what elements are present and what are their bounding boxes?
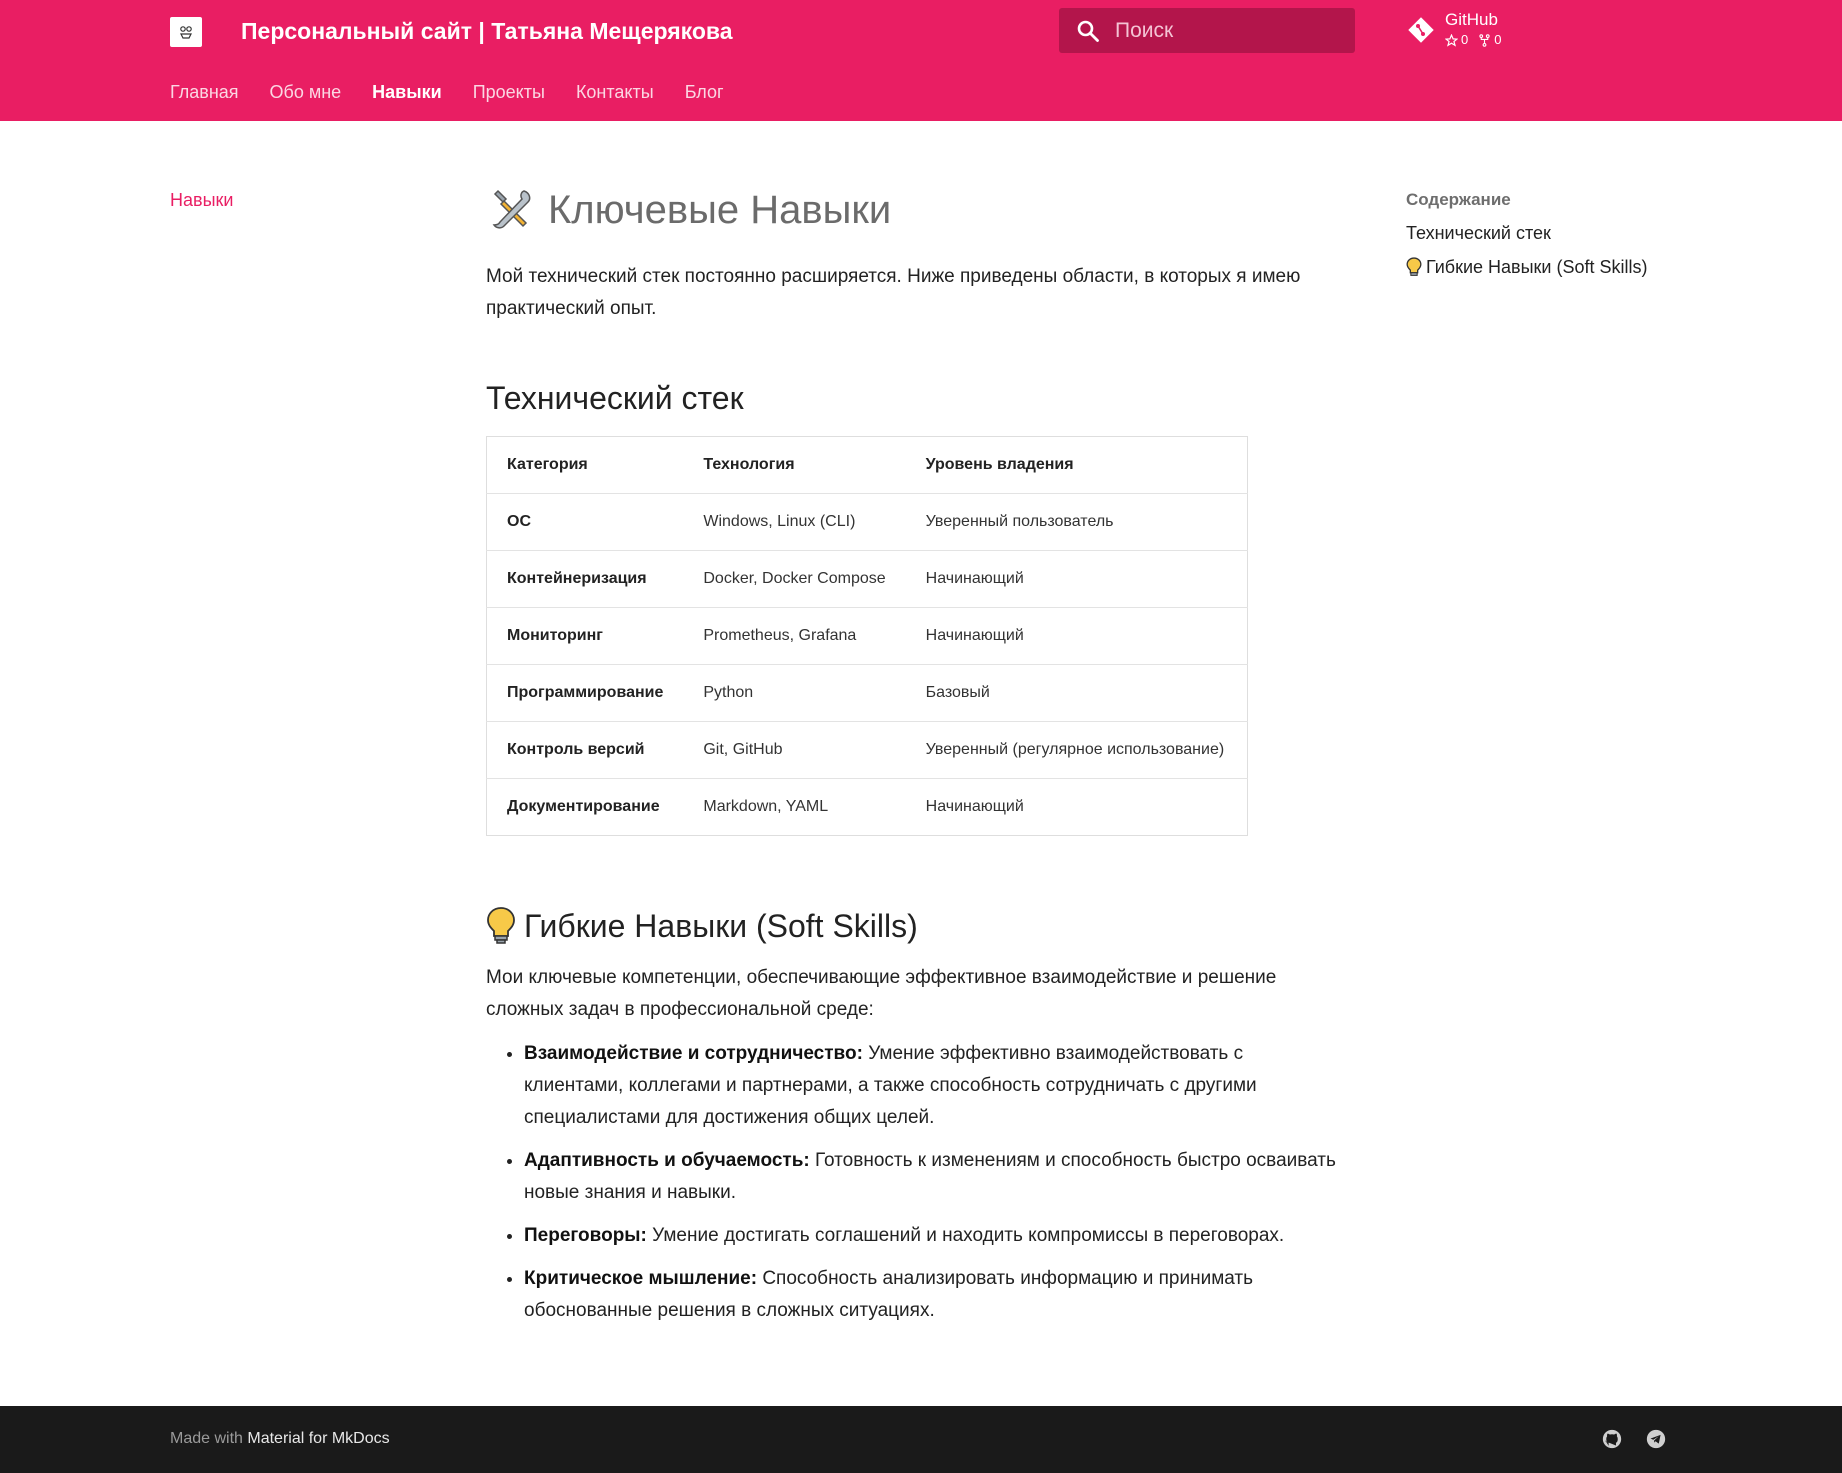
skill-title: Взаимодействие и сотрудничество: <box>524 1043 863 1064</box>
table-cell-level: Начинающий <box>905 778 1248 836</box>
table-cell-level: Уверенный пользователь <box>905 493 1248 551</box>
table-row: ОС Windows, Linux (CLI) Уверенный пользо… <box>486 493 1248 551</box>
lightbulb-icon <box>487 907 515 944</box>
table-cell-category: Программирование <box>486 664 684 722</box>
footer-credit: Made with Material for MkDocs <box>170 1427 390 1451</box>
list-item: Критическое мышление: Способность анализ… <box>524 1263 1346 1327</box>
table-cell-technology: Git, GitHub <box>683 721 906 779</box>
repo-stats: 0 0 <box>1445 32 1501 48</box>
lightbulb-icon <box>1406 256 1422 276</box>
soft-skills-heading-text: Гибкие Навыки (Soft Skills) <box>524 908 918 944</box>
intro-text: Мой технический стек постоянно расширяет… <box>486 266 1301 319</box>
toc-item-tech-stack[interactable]: Технический стек <box>1406 221 1826 245</box>
table-cell-category: Документирование <box>486 778 684 836</box>
list-item: Взаимодействие и сотрудничество: Умение … <box>524 1038 1346 1134</box>
table-row: Программирование Python Базовый <box>486 664 1248 722</box>
tab-skills[interactable]: Навыки <box>372 80 442 104</box>
table-cell-category: Контроль версий <box>486 721 684 779</box>
site-header: Персональный сайт | Татьяна Мещерякова П… <box>0 0 1842 121</box>
soft-skills-heading: Гибкие Навыки (Soft Skills) <box>486 904 1346 948</box>
skill-title: Критическое мышление: <box>524 1268 758 1289</box>
table-cell-category: Мониторинг <box>486 607 684 665</box>
site-logo-icon[interactable] <box>170 17 202 47</box>
site-footer: Made with Material for MkDocs <box>0 1406 1842 1473</box>
footer-brand-link[interactable]: Material for MkDocs <box>247 1430 389 1447</box>
fork-count: 0 <box>1494 32 1502 47</box>
soft-skills-list: Взаимодействие и сотрудничество: Умение … <box>486 1038 1346 1327</box>
table-row: Контроль версий Git, GitHub Уверенный (р… <box>486 721 1248 779</box>
table-cell-category: Контейнеризация <box>486 550 684 608</box>
star-count: 0 <box>1461 32 1469 47</box>
sidebar-item-skills[interactable]: Навыки <box>170 188 233 212</box>
skill-title: Переговоры: <box>524 1225 647 1246</box>
tab-home[interactable]: Главная <box>170 80 239 104</box>
table-cell-level: Начинающий <box>905 550 1248 608</box>
table-cell-category: ОС <box>486 493 684 551</box>
list-item: Переговоры: Умение достигать соглашений … <box>524 1220 1346 1252</box>
table-row: Контейнеризация Docker, Docker Compose Н… <box>486 550 1248 608</box>
table-cell-technology: Markdown, YAML <box>683 778 906 836</box>
table-cell-level: Начинающий <box>905 607 1248 665</box>
tools-icon <box>492 189 531 229</box>
fork-icon <box>1479 33 1490 47</box>
tech-stack-heading: Технический стек <box>486 380 744 416</box>
search-placeholder: Поиск <box>1115 19 1174 42</box>
table-row: Мониторинг Prometheus, Grafana Начинающи… <box>486 607 1248 665</box>
table-cell-level: Уверенный (регулярное использование) <box>905 721 1248 779</box>
tab-contacts[interactable]: Контакты <box>576 80 654 104</box>
table-cell-level: Базовый <box>905 664 1248 722</box>
skill-text: Умение достигать соглашений и находить к… <box>652 1225 1285 1246</box>
soft-skills-intro: Мои ключевые компетенции, обеспечивающие… <box>486 967 1277 1020</box>
table-of-contents: Содержание Технический стек Гибкие Навык… <box>1406 188 1826 289</box>
table-cell-technology: Python <box>683 664 906 722</box>
toc-item-soft-skills[interactable]: Гибкие Навыки (Soft Skills) <box>1406 255 1826 279</box>
repo-name: GitHub <box>1445 10 1498 29</box>
skill-title: Адаптивность и обучаемость: <box>524 1150 810 1171</box>
table-header-level: Уровень владения <box>925 456 1074 473</box>
table-header-row: Категория Технология Уровень владения <box>487 437 1248 494</box>
site-title[interactable]: Персональный сайт | Татьяна Мещерякова <box>241 17 733 45</box>
star-icon <box>1445 33 1458 47</box>
tab-projects[interactable]: Проекты <box>473 80 545 104</box>
table-header-category: Категория <box>507 456 588 473</box>
page-title: Ключевые Навыки <box>486 180 1346 240</box>
table-cell-technology: Prometheus, Grafana <box>683 607 906 665</box>
footer-made-with: Made with <box>170 1430 243 1447</box>
github-icon[interactable] <box>1601 1428 1623 1450</box>
toc-title: Содержание <box>1406 190 1511 209</box>
tab-blog[interactable]: Блог <box>685 80 724 104</box>
main-tabs: Главная Обо мне Навыки Проекты Контакты … <box>170 80 724 104</box>
tab-about[interactable]: Обо мне <box>270 80 342 104</box>
telegram-icon[interactable] <box>1645 1428 1667 1450</box>
table-cell-technology: Windows, Linux (CLI) <box>683 493 906 551</box>
tech-stack-table: Категория Технология Уровень владения ОС… <box>486 436 1248 836</box>
table-cell-technology: Docker, Docker Compose <box>683 550 906 608</box>
table-header-technology: Технология <box>703 456 795 473</box>
table-row: Документирование Markdown, YAML Начинающ… <box>486 778 1248 836</box>
main-content: Ключевые Навыки Мой технический стек пос… <box>486 180 1346 1338</box>
page-title-text: Ключевые Навыки <box>548 188 892 232</box>
toc-item-label: Технический стек <box>1406 223 1551 243</box>
toc-item-label: Гибкие Навыки (Soft Skills) <box>1426 257 1648 277</box>
list-item: Адаптивность и обучаемость: Готовность к… <box>524 1145 1346 1209</box>
git-icon <box>1408 17 1434 43</box>
search-icon <box>1077 20 1099 42</box>
search-box[interactable]: Поиск <box>1059 8 1355 53</box>
